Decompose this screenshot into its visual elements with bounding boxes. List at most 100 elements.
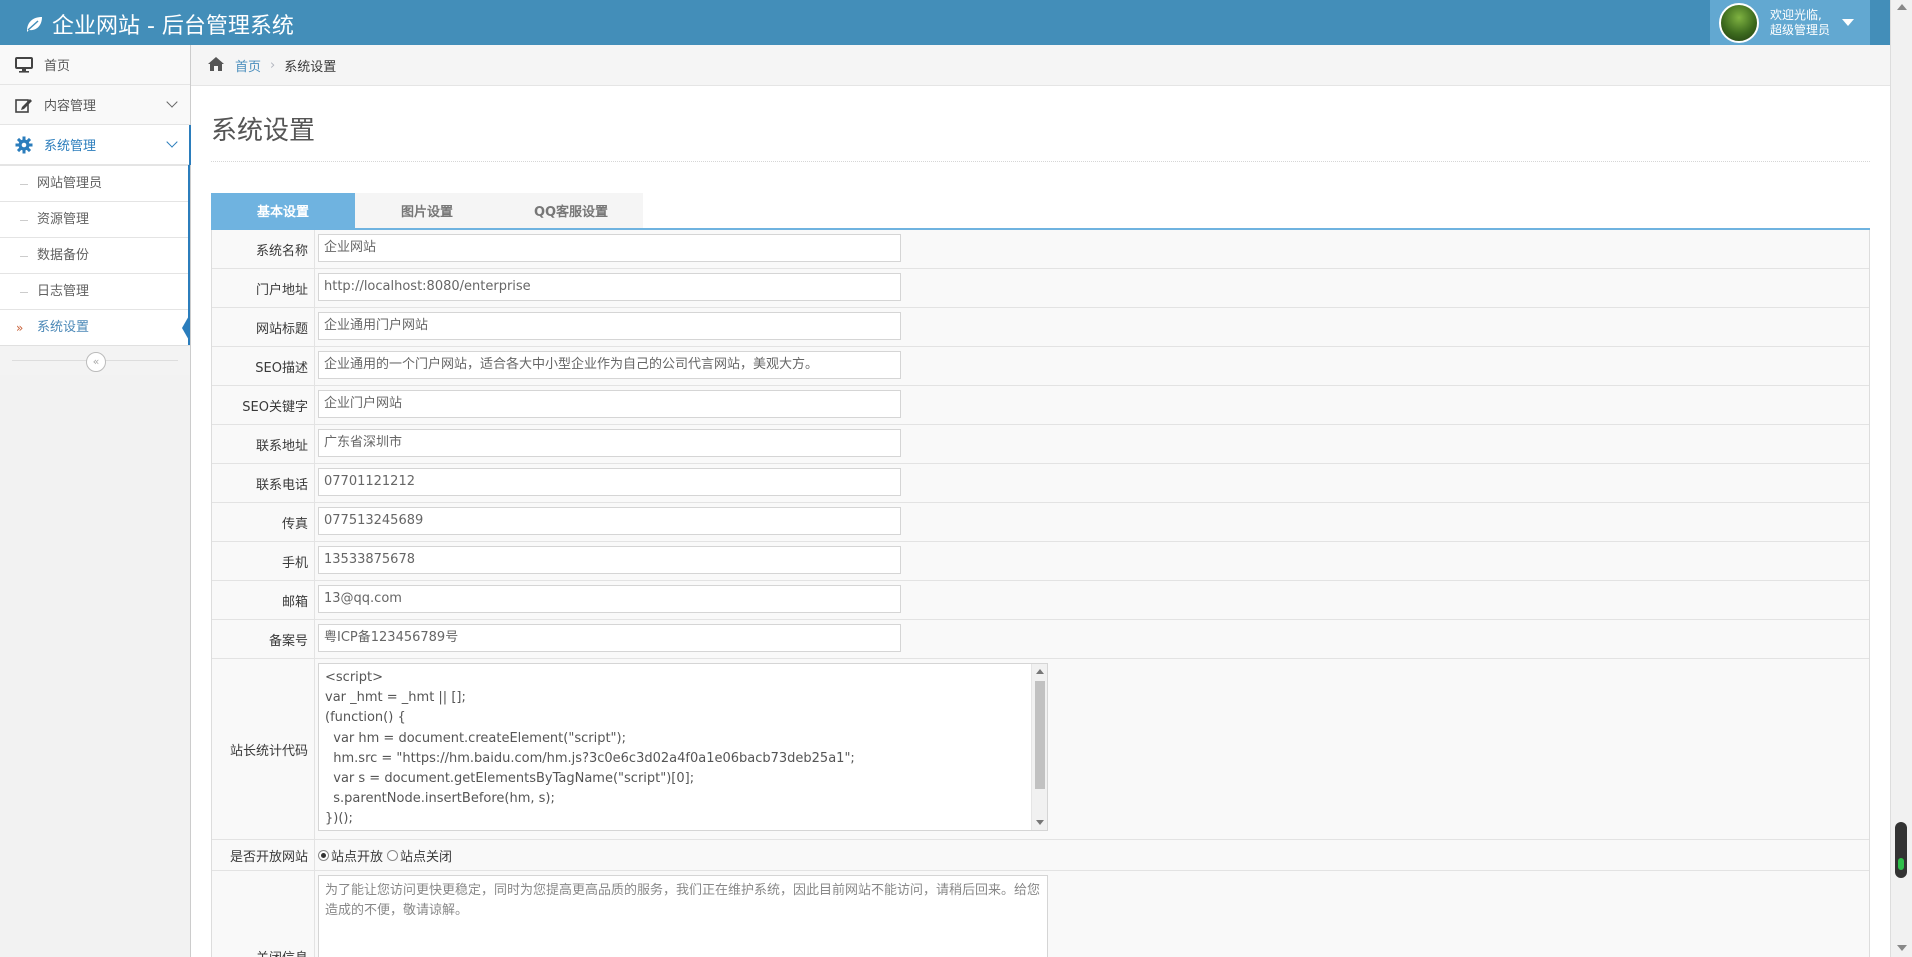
chevron-down-icon [166, 96, 178, 108]
email-input[interactable]: 13@qq.com [318, 585, 901, 613]
submenu-item-resources[interactable]: 资源管理 [0, 201, 188, 237]
breadcrumb-current: 系统设置 [284, 59, 337, 75]
desktop-icon [14, 55, 34, 75]
collapse-sidebar-icon[interactable]: « [86, 352, 106, 372]
tab-basic[interactable]: 基本设置 [211, 193, 355, 228]
code-line: var s = document.getElementsByTagName("s… [325, 771, 695, 787]
phone-input[interactable]: 07701121212 [318, 468, 901, 496]
code-line: var hm = document.createElement("script"… [325, 730, 626, 746]
tab-image[interactable]: 图片设置 [355, 193, 499, 228]
window-scrollbar[interactable] [1890, 0, 1912, 957]
breadcrumb-separator: › [270, 57, 276, 73]
settings-tabs: 基本设置 图片设置 QQ客服设置 [211, 193, 1870, 230]
site-title-input[interactable]: 企业通用门户网站 [318, 312, 901, 340]
user-menu[interactable]: 欢迎光临, 超级管理员 [1710, 0, 1870, 45]
submenu-label: 网站管理员 [37, 176, 103, 191]
code-line: s.parentNode.insertBefore(hm, s); [325, 791, 555, 807]
field-label: 系统名称 [212, 230, 315, 268]
field-label: 门户地址 [212, 269, 315, 307]
chevron-down-icon [166, 136, 178, 148]
submenu-item-settings[interactable]: » 系统设置 [0, 309, 190, 345]
code-line: hm.src = "https://hm.baidu.com/hm.js?3c0… [325, 750, 855, 766]
scroll-thumb[interactable] [1035, 681, 1045, 789]
field-label: 传真 [212, 503, 315, 541]
submenu-label: 系统设置 [37, 320, 90, 335]
submenu-item-backup[interactable]: 数据备份 [0, 237, 188, 273]
form-row: 手机 13533875678 [212, 542, 1869, 581]
double-angle-right-icon: » [16, 321, 24, 335]
avatar [1719, 2, 1759, 43]
site-closed-label[interactable]: 站点关闭 [400, 846, 452, 865]
field-label: 站长统计代码 [212, 659, 315, 839]
sidebar: 首页 内容管理 系统管理 网站管理员 资源管理 数据备份 日志管理 » 系统设置 … [0, 45, 191, 957]
close-message-textarea[interactable]: 为了能让您访问更快更稳定，同时为您提高更高品质的服务，我们正在维护系统，因此目前… [318, 875, 1048, 957]
home-icon [207, 56, 225, 74]
mobile-input[interactable]: 13533875678 [318, 546, 901, 574]
form-row: 邮箱 13@qq.com [212, 581, 1869, 620]
form-row: 站长统计代码 <script> var _hmt = _hmt || []; (… [212, 659, 1869, 840]
address-input[interactable]: 广东省深圳市 [318, 429, 901, 457]
form-row: 关闭信息 为了能让您访问更快更稳定，同时为您提高更高品质的服务，我们正在维护系统… [212, 871, 1869, 957]
field-label: 网站标题 [212, 308, 315, 346]
seo-keywords-input[interactable]: 企业门户网站 [318, 390, 901, 418]
gear-icon [14, 135, 34, 155]
system-name-input[interactable]: 企业网站 [318, 234, 901, 262]
stats-code-textarea[interactable]: <script> var _hmt = _hmt || []; (functio… [318, 663, 1048, 831]
code-line: var _hmt = _hmt || []; [325, 690, 466, 706]
form-row: 是否开放网站 站点开放 站点关闭 [212, 840, 1869, 871]
form-row: 联系电话 07701121212 [212, 464, 1869, 503]
site-open-radio[interactable] [318, 849, 329, 861]
fax-input[interactable]: 077513245689 [318, 507, 901, 535]
field-label: SEO关键字 [212, 386, 315, 424]
submenu-label: 资源管理 [37, 212, 90, 227]
form-row: 网站标题 企业通用门户网站 [212, 308, 1869, 347]
form-row: 门户地址 http://localhost:8080/enterprise [212, 269, 1869, 308]
breadcrumb: 首页 › 系统设置 [191, 45, 1890, 86]
scroll-up-icon[interactable] [1036, 669, 1044, 674]
field-label: 邮箱 [212, 581, 315, 619]
brand-title: 企业网站 - 后台管理系统 [52, 14, 294, 39]
field-label: 手机 [212, 542, 315, 580]
field-label: 联系地址 [212, 425, 315, 463]
welcome-text: 欢迎光临, [1770, 7, 1822, 22]
submenu-item-logs[interactable]: 日志管理 [0, 273, 188, 309]
top-navbar: 企业网站 - 后台管理系统 欢迎光临, 超级管理员 [0, 0, 1890, 45]
site-closed-radio[interactable] [387, 849, 399, 861]
sidebar-item-content[interactable]: 内容管理 [0, 85, 190, 125]
scroll-up-icon[interactable] [1897, 4, 1907, 10]
sidebar-item-label: 内容管理 [44, 99, 97, 114]
page-title: 系统设置 [211, 116, 316, 146]
sidebar-item-home[interactable]: 首页 [0, 45, 190, 85]
brand[interactable]: 企业网站 - 后台管理系统 [24, 8, 294, 40]
field-label: 联系电话 [212, 464, 315, 502]
submenu-label: 日志管理 [37, 284, 90, 299]
textarea-scrollbar[interactable] [1031, 664, 1047, 830]
leaf-icon [24, 14, 44, 34]
seo-description-input[interactable]: 企业通用的一个门户网站，适合各大中小型企业作为自己的公司代言网站，美观大方。 [318, 351, 901, 379]
page-header: 系统设置 [211, 110, 1870, 162]
user-name: 超级管理员 [1770, 22, 1831, 37]
code-line: (function() { [325, 710, 406, 726]
sidebar-item-label: 系统管理 [44, 139, 97, 154]
scroll-down-icon[interactable] [1036, 820, 1044, 825]
sidebar-item-system[interactable]: 系统管理 [0, 125, 191, 165]
submenu-label: 数据备份 [37, 248, 90, 263]
form-row: SEO描述 企业通用的一个门户网站，适合各大中小型企业作为自己的公司代言网站，美观… [212, 347, 1869, 386]
portal-url-input[interactable]: http://localhost:8080/enterprise [318, 273, 901, 301]
field-label: SEO描述 [212, 347, 315, 385]
breadcrumb-home-link[interactable]: 首页 [235, 56, 261, 75]
sidebar-collapse: « [0, 345, 190, 375]
field-label: 是否开放网站 [212, 840, 315, 870]
code-line: <script> [325, 670, 384, 685]
tab-qq-service[interactable]: QQ客服设置 [499, 193, 643, 228]
submenu-item-admins[interactable]: 网站管理员 [0, 165, 188, 201]
form-row: 联系地址 广东省深圳市 [212, 425, 1869, 464]
system-submenu: 网站管理员 资源管理 数据备份 日志管理 » 系统设置 [0, 165, 190, 345]
form-row: 系统名称 企业网站 [212, 230, 1869, 269]
settings-form: 系统名称 企业网站 门户地址 http://localhost:8080/enter… [211, 230, 1870, 957]
caret-down-icon [1842, 19, 1855, 26]
site-open-label[interactable]: 站点开放 [331, 846, 383, 865]
scroll-thumb[interactable] [1895, 822, 1907, 878]
icp-number-input[interactable]: 粤ICP备123456789号 [318, 624, 901, 652]
scroll-down-icon[interactable] [1897, 945, 1907, 951]
